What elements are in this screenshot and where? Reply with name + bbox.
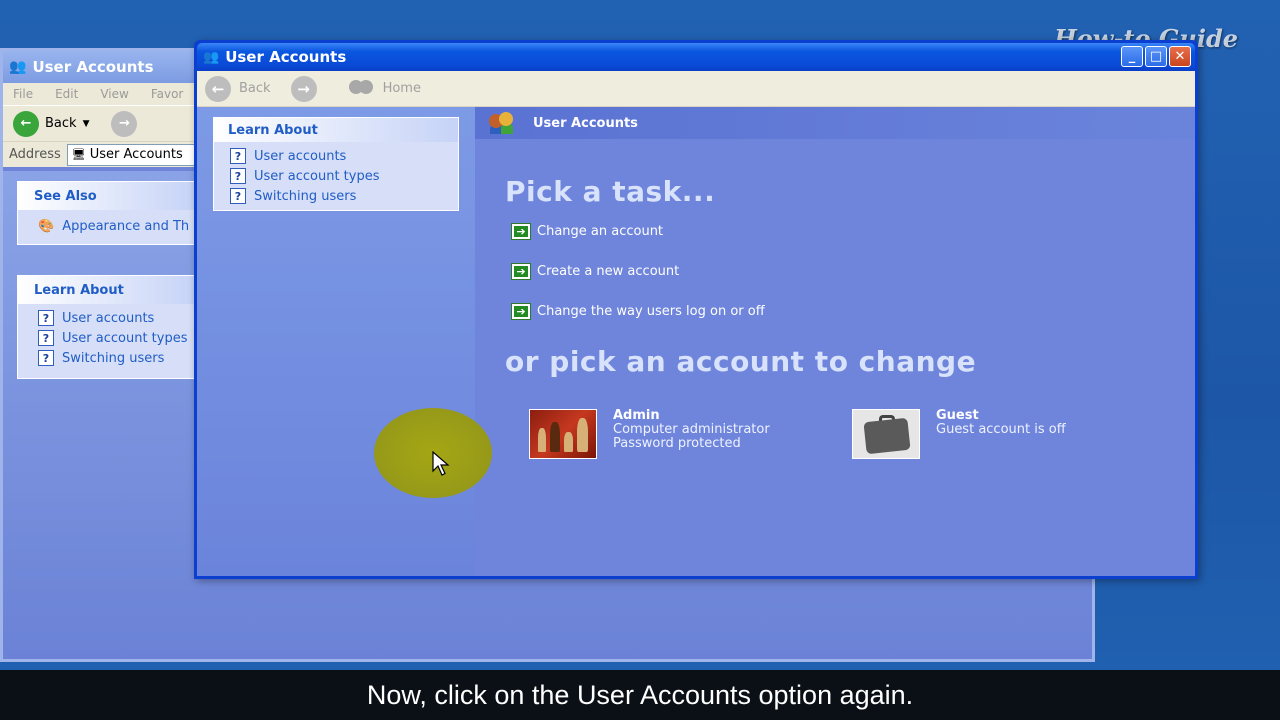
user-accounts-window[interactable]: 👥 User Accounts _ □ ✕ ← Back → Home Lear… <box>194 40 1198 579</box>
learn-about-heading: Learn About <box>214 118 458 142</box>
account-details: Admin Computer administrator Password pr… <box>613 409 770 459</box>
learn-item-account-types[interactable]: ? User account types <box>214 166 458 186</box>
menu-file[interactable]: File <box>13 87 33 101</box>
window-toolbar: ← Back → Home <box>197 71 1195 107</box>
account-guest[interactable]: Guest Guest account is off <box>852 409 1066 459</box>
task-label: Change the way users log on or off <box>537 304 765 319</box>
content-header: User Accounts <box>475 107 1195 139</box>
forward-button[interactable]: → <box>290 75 317 102</box>
chess-pieces-picture <box>529 409 597 459</box>
window-controls: _ □ ✕ <box>1121 46 1191 67</box>
bg-learn-item-switching-users[interactable]: ? Switching users <box>18 348 196 368</box>
user-accounts-icon: 👥 <box>9 59 27 75</box>
green-arrow-icon: ➔ <box>511 263 531 280</box>
task-label: Create a new account <box>537 264 680 279</box>
back-arrow-icon: ← <box>13 110 39 137</box>
account-status: Guest account is off <box>936 422 1066 437</box>
back-button[interactable]: ← Back <box>205 75 271 102</box>
window-body: Learn About ? User accounts ? User accou… <box>197 107 1195 576</box>
help-icon: ? <box>38 350 54 366</box>
background-window-title: User Accounts <box>32 58 154 76</box>
account-name: Admin <box>613 408 660 423</box>
help-icon: ? <box>230 188 246 204</box>
learn-item-label: User accounts <box>254 148 347 164</box>
bg-learn-item-label: Switching users <box>62 350 165 366</box>
home-icon <box>347 79 377 98</box>
bg-learn-item-label: User accounts <box>62 310 155 326</box>
back-button[interactable]: ← Back ▼ <box>13 110 90 137</box>
minimize-button[interactable]: _ <box>1121 46 1143 67</box>
task-create-account[interactable]: ➔ Create a new account <box>511 263 679 280</box>
learn-item-label: Switching users <box>254 188 357 204</box>
maximize-button[interactable]: □ <box>1145 46 1167 67</box>
caption-bar: Now, click on the User Accounts option a… <box>0 670 1280 720</box>
back-arrow-icon: ← <box>205 75 231 102</box>
caption-text: Now, click on the User Accounts option a… <box>366 679 914 710</box>
bg-learn-about-heading: Learn About <box>18 276 196 304</box>
suitcase-picture <box>852 409 920 459</box>
content-header-title: User Accounts <box>533 115 638 131</box>
learn-item-switching-users[interactable]: ? Switching users <box>214 186 458 206</box>
appearance-icon: 🎨 <box>38 218 55 234</box>
window-title: User Accounts <box>225 48 347 66</box>
chevron-down-icon[interactable]: ▼ <box>83 119 90 129</box>
window-titlebar[interactable]: 👥 User Accounts <box>197 43 1195 71</box>
address-field[interactable]: 🖥 User Accounts <box>66 143 197 166</box>
task-change-account[interactable]: ➔ Change an account <box>511 223 663 240</box>
help-icon: ? <box>230 168 246 184</box>
back-label: Back <box>239 81 271 96</box>
see-also-item-label: Appearance and Th <box>62 218 190 234</box>
desktop: How-to Guide 👥 User Accounts File Edit V… <box>0 0 1280 670</box>
home-label: Home <box>382 81 421 96</box>
pick-task-heading: Pick a task... <box>505 175 716 208</box>
green-arrow-icon: ➔ <box>511 303 531 320</box>
account-type: Computer administrator <box>613 422 770 437</box>
back-label: Back <box>45 116 77 131</box>
address-label: Address <box>9 147 61 162</box>
learn-about-panel: Learn About ? User accounts ? User accou… <box>213 117 459 211</box>
learn-item-user-accounts[interactable]: ? User accounts <box>214 146 458 166</box>
account-status: Password protected <box>613 436 741 451</box>
home-button[interactable]: Home <box>323 79 421 98</box>
task-label: Change an account <box>537 224 664 239</box>
see-also-heading: See Also <box>18 182 196 210</box>
see-also-panel: See Also 🎨 Appearance and Th <box>17 181 197 245</box>
user-accounts-icon: 🖥 <box>71 148 86 161</box>
menu-edit[interactable]: Edit <box>55 87 78 101</box>
menu-favorites[interactable]: Favor <box>151 87 184 101</box>
user-accounts-icon: 👥 <box>203 49 220 65</box>
help-icon: ? <box>230 148 246 164</box>
account-details: Guest Guest account is off <box>936 409 1066 459</box>
user-accounts-icon <box>489 112 515 134</box>
learn-item-label: User account types <box>254 168 380 184</box>
bg-learn-item-account-types[interactable]: ? User account types <box>18 328 196 348</box>
content-pane: User Accounts Pick a task... ➔ Change an… <box>475 107 1195 576</box>
bg-learn-item-label: User account types <box>62 330 188 346</box>
bg-learn-about-panel: Learn About ? User accounts ? User accou… <box>17 275 197 379</box>
help-icon: ? <box>38 330 54 346</box>
account-admin[interactable]: Admin Computer administrator Password pr… <box>529 409 770 459</box>
forward-arrow-icon[interactable]: → <box>111 110 138 137</box>
address-value: User Accounts <box>89 147 183 162</box>
help-icon: ? <box>38 310 54 326</box>
pick-account-heading: or pick an account to change <box>505 345 977 378</box>
green-arrow-icon: ➔ <box>511 223 531 240</box>
bg-learn-item-user-accounts[interactable]: ? User accounts <box>18 308 196 328</box>
menu-view[interactable]: View <box>100 87 128 101</box>
account-name: Guest <box>936 408 979 423</box>
task-change-logon[interactable]: ➔ Change the way users log on or off <box>511 303 765 320</box>
task-pane: Learn About ? User accounts ? User accou… <box>197 107 475 576</box>
see-also-item[interactable]: 🎨 Appearance and Th <box>18 216 196 236</box>
mouse-pointer-icon <box>432 451 450 476</box>
close-button[interactable]: ✕ <box>1169 46 1191 67</box>
